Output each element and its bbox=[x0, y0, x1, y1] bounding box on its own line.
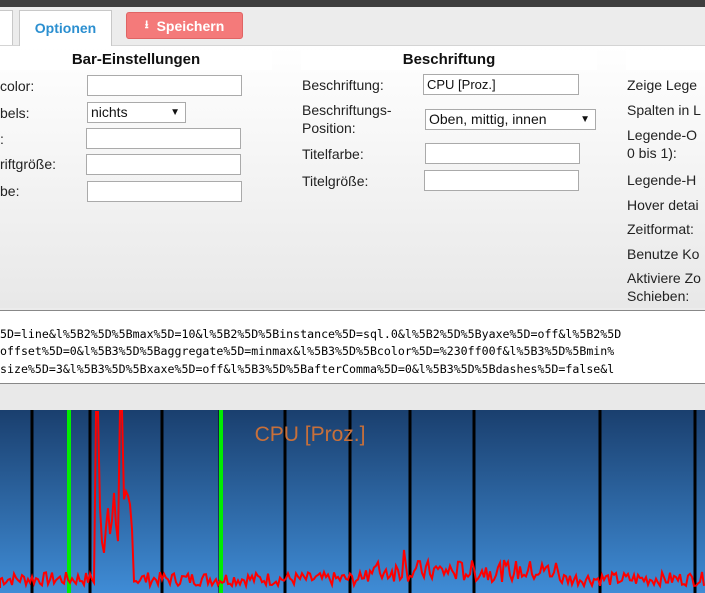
url-line-partial bbox=[0, 311, 7, 319]
url-line-3: size%5D=3&l%5B3%5D%5Bxaxe%5D=off&l%5B3%5… bbox=[0, 362, 615, 376]
section-title-beschriftung: Beschriftung bbox=[301, 50, 597, 70]
titelgroesse-input[interactable] bbox=[424, 170, 579, 191]
beschriftung-position-value: Oben, mittig, innen bbox=[429, 111, 547, 127]
top-bar bbox=[0, 0, 705, 7]
splitter-bar[interactable] bbox=[0, 384, 705, 410]
legend-height-label: Legende-H bbox=[627, 172, 697, 188]
section-title-bar: Bar-Einstellungen bbox=[0, 50, 272, 70]
titelfarbe-label: Titelfarbe: bbox=[302, 146, 364, 162]
beschriftung-position-select[interactable]: Oben, mittig, innen ▼ bbox=[425, 109, 596, 130]
chart-url-textarea[interactable]: 5D=line&l%5B2%5D%5Bmax%5D=10&l%5B2%5D%5B… bbox=[0, 310, 705, 384]
url-line-2: offset%5D=0&l%5B3%5D%5Baggregate%5D=minm… bbox=[0, 344, 615, 358]
titelgroesse-label: Titelgröße: bbox=[302, 173, 369, 189]
bar-field5-input[interactable] bbox=[87, 181, 242, 202]
legend-columns-label: Spalten in L bbox=[627, 102, 701, 118]
bar-fontsize-label: riftgröße: bbox=[0, 156, 57, 172]
enable-zoom-label: Aktiviere Zo bbox=[627, 270, 701, 286]
titelfarbe-input[interactable] bbox=[425, 143, 580, 164]
download-icon: ⭳ bbox=[144, 19, 149, 31]
legend-show-label: Zeige Lege bbox=[627, 77, 698, 93]
bar-labels-value: nichts bbox=[91, 104, 128, 120]
time-format-label: Zeitformat: bbox=[627, 221, 694, 237]
beschriftung-position-label-1: Beschriftungs- bbox=[302, 102, 392, 118]
bar-fontsize-input[interactable] bbox=[86, 154, 241, 175]
bar-field3-input[interactable] bbox=[86, 128, 241, 149]
chart-title: CPU [Proz.] bbox=[255, 423, 366, 446]
bar-labels-select[interactable]: nichts ▼ bbox=[87, 102, 186, 123]
beschriftung-input[interactable]: CPU [Proz.] bbox=[423, 74, 579, 95]
dropdown-arrow-icon: ▼ bbox=[580, 114, 590, 125]
bar-field5-label: be: bbox=[0, 183, 20, 199]
use-comma-label: Benutze Ko bbox=[627, 246, 700, 262]
dropdown-arrow-icon: ▼ bbox=[170, 107, 180, 118]
bar-color-input[interactable] bbox=[87, 75, 242, 96]
legend-opacity-label: Legende-O bbox=[627, 127, 698, 143]
bar-labels-label: bels: bbox=[0, 105, 30, 121]
url-line-1: 5D=line&l%5B2%5D%5Bmax%5D=10&l%5B2%5D%5B… bbox=[0, 327, 622, 341]
beschriftung-label: Beschriftung: bbox=[302, 77, 384, 93]
section-title-legend bbox=[626, 50, 705, 70]
hover-details-label: Hover detai bbox=[627, 197, 699, 213]
bar-color-label: color: bbox=[0, 78, 35, 94]
bar-field3-label: : bbox=[0, 131, 4, 147]
legend-opacity-range-label: 0 bis 1): bbox=[627, 145, 677, 161]
beschriftung-position-label-2: Position: bbox=[302, 120, 356, 136]
tab-previous[interactable] bbox=[0, 10, 13, 45]
enable-pan-label: Schieben: bbox=[627, 288, 690, 304]
save-button[interactable]: ⭳ Speichern bbox=[126, 12, 243, 39]
tab-optionen[interactable]: Optionen bbox=[19, 10, 112, 46]
save-button-label: Speichern bbox=[156, 17, 225, 34]
chart-preview: CPU [Proz.] bbox=[0, 410, 705, 593]
